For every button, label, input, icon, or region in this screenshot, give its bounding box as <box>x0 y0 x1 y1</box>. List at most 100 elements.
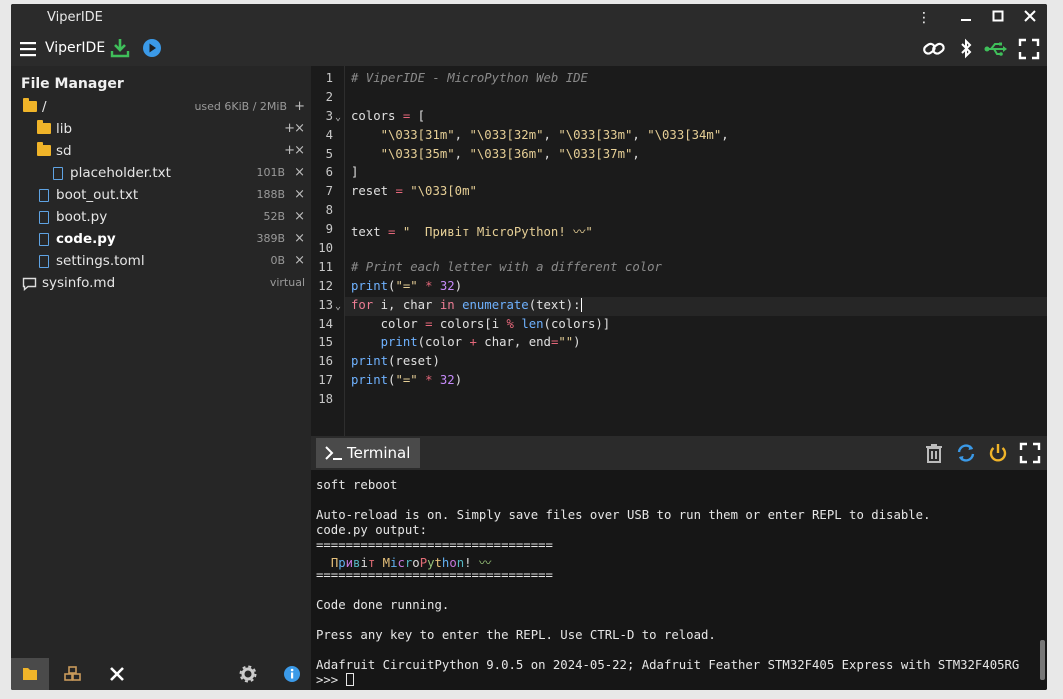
line-number: 7 <box>325 184 333 198</box>
bluetooth-icon[interactable] <box>955 38 977 60</box>
delete-icon[interactable]: × <box>294 162 305 184</box>
file-row-placeholder[interactable]: placeholder.txt 101B × <box>11 162 311 184</box>
usb-icon[interactable] <box>984 38 1007 60</box>
code-line: print("=" * 32) <box>351 279 463 293</box>
fullscreen-icon[interactable] <box>1018 38 1040 60</box>
link-icon[interactable] <box>922 38 945 60</box>
code-line: color = colors[i % len(colors)] <box>380 317 611 331</box>
file-name: / <box>42 99 47 115</box>
code-line: # ViperIDE - MicroPython Web IDE <box>351 71 588 85</box>
line-number: 3 <box>325 109 333 123</box>
file-name: boot.py <box>56 209 108 225</box>
code-line: reset = "\033[0m" <box>351 184 477 198</box>
line-number: 2 <box>325 90 333 104</box>
close-button[interactable] <box>1019 8 1041 28</box>
tools-tab[interactable] <box>99 658 137 690</box>
file-name: placeholder.txt <box>70 165 171 181</box>
code-line: # Print each letter with a different col… <box>351 260 662 274</box>
file-name: code.py <box>56 231 116 247</box>
comment-icon <box>22 276 37 298</box>
run-icon[interactable] <box>141 37 163 59</box>
file-manager-title: File Manager <box>21 76 124 92</box>
prompt-text: >>> <box>316 673 346 687</box>
line-number: 15 <box>318 335 333 349</box>
terminal-fullscreen-icon[interactable] <box>1019 442 1041 464</box>
code-line: print(color + char, end="") <box>380 335 581 349</box>
fold-chevron-icon[interactable]: ⌄ <box>335 112 341 123</box>
terminal-line: Press any key to enter the REPL. Use CTR… <box>316 628 716 642</box>
file-icon <box>39 233 49 246</box>
fold-chevron-icon[interactable]: ⌄ <box>335 301 341 312</box>
line-number: 1 <box>325 71 333 85</box>
cursor <box>345 673 354 686</box>
title-bar: ViperIDE ⋮ <box>11 4 1047 32</box>
file-row-sd[interactable]: sd + × <box>11 140 311 162</box>
window-title: ViperIDE <box>47 10 103 25</box>
file-row-code[interactable]: code.py 389B × <box>11 228 311 250</box>
app-name: ViperIDE <box>45 40 106 56</box>
file-size: 101B <box>256 166 285 179</box>
terminal-prompt: >>> <box>316 673 354 687</box>
app-window: ViperIDE ⋮ ViperIDE File Manager / used … <box>11 4 1047 690</box>
reconnect-icon[interactable] <box>955 442 977 464</box>
toolbar: ViperIDE <box>11 32 1047 66</box>
file-size: virtual <box>269 276 305 289</box>
code-line: text = " Привіт MicroPython! 〰" <box>351 225 593 239</box>
delete-icon[interactable]: × <box>294 228 305 250</box>
file-size: 52B <box>263 210 285 223</box>
delete-icon[interactable]: × <box>294 184 305 206</box>
line-number: 12 <box>318 279 333 293</box>
file-manager-panel: File Manager / used 6KiB / 2MiB + lib + … <box>11 66 311 658</box>
delete-icon[interactable]: × <box>294 140 305 162</box>
line-number: 8 <box>325 203 333 217</box>
minimize-button[interactable] <box>955 8 977 28</box>
folder-icon <box>23 98 37 112</box>
file-row-boot-out[interactable]: boot_out.txt 188B × <box>11 184 311 206</box>
file-size: 188B <box>256 188 285 201</box>
terminal-line: ================================ <box>316 568 553 582</box>
file-row-root[interactable]: / used 6KiB / 2MiB + <box>11 96 311 118</box>
file-row-boot[interactable]: boot.py 52B × <box>11 206 311 228</box>
line-number: 9 <box>325 222 333 236</box>
delete-icon[interactable]: × <box>294 250 305 272</box>
info-button[interactable] <box>273 658 311 690</box>
sidebar-bottom-bar <box>11 658 311 690</box>
file-name: settings.toml <box>56 253 145 269</box>
terminal-line: Auto-reload is on. Simply save files ove… <box>316 508 931 522</box>
file-icon <box>39 211 49 224</box>
file-name: sd <box>56 143 72 159</box>
code-line: "\033[31m", "\033[32m", "\033[33m", "\03… <box>380 128 729 142</box>
gear-icon <box>239 665 257 683</box>
tab-terminal[interactable]: Terminal <box>316 438 420 468</box>
add-icon[interactable]: + <box>294 96 305 118</box>
code-line: ] <box>351 165 359 179</box>
terminal-header: Terminal <box>311 436 1047 470</box>
delete-icon[interactable]: × <box>294 206 305 228</box>
maximize-button[interactable] <box>987 8 1009 28</box>
file-row-lib[interactable]: lib + × <box>11 118 311 140</box>
settings-button[interactable] <box>229 658 267 690</box>
hamburger-menu-icon[interactable] <box>18 38 40 60</box>
trash-icon[interactable] <box>923 442 945 464</box>
code-editor[interactable]: 1 2 3 4 5 6 7 8 9 10 11 12 13 14 15 16 1… <box>311 66 1047 436</box>
line-number: 6 <box>325 165 333 179</box>
terminal-line: ================================ <box>316 538 553 552</box>
file-row-sysinfo[interactable]: sysinfo.md virtual <box>11 272 311 294</box>
more-menu-icon[interactable]: ⋮ <box>913 8 935 28</box>
delete-icon[interactable]: × <box>294 118 305 140</box>
file-size: 389B <box>256 232 285 245</box>
terminal-line: code.py output: <box>316 523 428 537</box>
files-tab[interactable] <box>11 658 49 690</box>
folder-icon <box>37 142 51 156</box>
line-number: 14 <box>318 317 333 331</box>
terminal-tab-label: Terminal <box>347 444 411 462</box>
code-line: colors = [ <box>351 109 426 123</box>
download-icon[interactable] <box>109 37 131 59</box>
power-icon[interactable] <box>987 442 1009 464</box>
line-number: 5 <box>325 147 333 161</box>
scrollbar[interactable] <box>1040 640 1045 680</box>
terminal-output[interactable]: soft reboot Auto-reload is on. Simply sa… <box>311 470 1047 690</box>
info-icon <box>284 666 300 682</box>
packages-tab[interactable] <box>55 658 93 690</box>
file-row-settings[interactable]: settings.toml 0B × <box>11 250 311 272</box>
